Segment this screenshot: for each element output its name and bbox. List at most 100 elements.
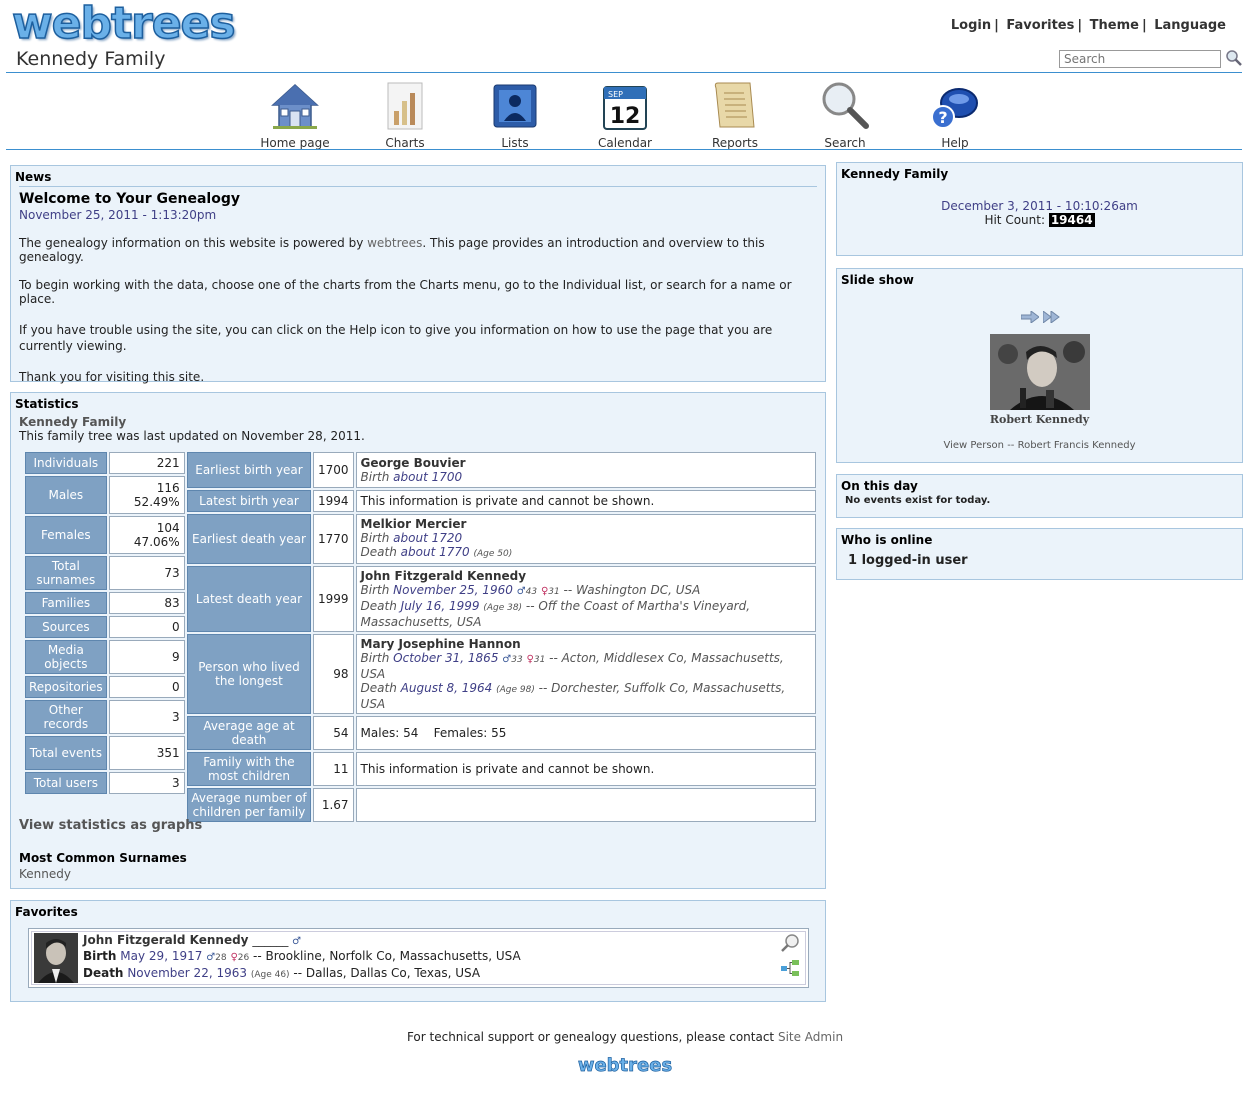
surname-link[interactable]: Kennedy — [19, 867, 202, 881]
female-icon: ♀ — [526, 654, 534, 665]
menu-divider — [6, 149, 1242, 150]
table-row: Average age at death 54 Males: 54 Female… — [187, 716, 816, 750]
next-arrow-icon[interactable] — [1020, 310, 1040, 326]
calendar-month: SEP — [608, 90, 623, 99]
view-statistics-graphs-link[interactable]: View statistics as graphs — [19, 818, 202, 833]
block-title: Slide show — [841, 273, 914, 287]
stats-details-table: Earliest birth year 1700 George Bouvier … — [185, 450, 818, 824]
male-icon: ♂ — [206, 952, 216, 963]
table-row: Latest birth year 1994 This information … — [187, 490, 816, 512]
charts-icon — [385, 81, 425, 134]
stats-summary-table: Individuals 221 Males 116 52.49% Females 104… — [23, 450, 187, 796]
zoom-icon[interactable] — [780, 933, 800, 956]
person-thumbnail[interactable] — [34, 933, 78, 983]
site-title: Kennedy Family — [16, 48, 166, 70]
top-menu: Login | Favorites | Theme | Language — [948, 18, 1229, 33]
svg-text:?: ? — [938, 108, 947, 127]
menu-label: Home page — [260, 136, 330, 150]
menu-charts[interactable]: Charts — [350, 78, 460, 150]
table-row: Other records 3 — [25, 700, 185, 734]
menu-search[interactable]: Search — [790, 78, 900, 150]
table-row: Media objects 9 — [25, 640, 185, 674]
header-search-input[interactable] — [1059, 50, 1221, 68]
current-datetime: December 3, 2011 - 10:10:26am — [941, 199, 1138, 213]
slideshow-caption: Robert Kennedy — [989, 413, 1090, 426]
menu-reports[interactable]: Reports — [680, 78, 790, 150]
tree-chart-icon[interactable] — [780, 959, 800, 980]
menu-lists[interactable]: Lists — [460, 78, 570, 150]
footer-contact: For technical support or genealogy quest… — [406, 1030, 844, 1044]
home-icon — [269, 81, 321, 134]
menu-separator: | — [1141, 18, 1147, 33]
on-this-day-block: On this day No events exist for today. — [836, 474, 1243, 518]
table-row: Earliest birth year 1700 George Bouvier … — [187, 452, 816, 488]
block-title: Who is online — [841, 533, 933, 547]
person-link[interactable]: Mary Josephine Hannon — [361, 637, 811, 651]
menu-label: Calendar — [598, 136, 652, 150]
table-row: Individuals 221 — [25, 452, 185, 474]
person-link[interactable]: John Fitzgerald Kennedy — [361, 569, 811, 583]
tree-updated: This family tree was last updated on Nov… — [19, 429, 365, 443]
who-is-online-block: Who is online 1 logged-in user — [836, 528, 1243, 580]
menu-calendar[interactable]: SEP 12 Calendar — [570, 78, 680, 150]
login-link[interactable]: Login — [948, 18, 994, 33]
theme-menu[interactable]: Theme — [1087, 18, 1142, 33]
site-admin-link[interactable]: Site Admin — [778, 1030, 843, 1044]
person-link[interactable]: John Fitzgerald Kennedy — [83, 933, 249, 947]
news-date: November 25, 2011 - 1:13:20pm — [19, 208, 217, 222]
webtrees-logo[interactable]: webtrees — [11, 1, 236, 47]
search-go-icon[interactable] — [1225, 49, 1243, 67]
menu-label: Help — [941, 136, 969, 150]
table-row: Total surnames 73 — [25, 556, 185, 590]
header-divider — [6, 72, 1242, 73]
block-title: Statistics — [15, 397, 79, 411]
calendar-day: 12 — [610, 104, 641, 129]
favorites-menu[interactable]: Favorites — [1003, 18, 1077, 33]
block-title: Favorites — [15, 905, 78, 919]
tree-name: Kennedy Family — [19, 415, 127, 429]
webtrees-link[interactable]: webtrees — [367, 236, 422, 250]
slideshow-controls — [1020, 310, 1061, 326]
hit-counter: Hit Count: 19464 — [984, 213, 1095, 227]
table-row: Total events 351 — [25, 736, 185, 770]
male-icon: ♂ — [292, 936, 302, 947]
menu-separator: | — [994, 18, 999, 33]
table-row: Females 104 47.06% — [25, 516, 185, 554]
news-paragraph: If you have trouble using the site, you … — [19, 323, 773, 353]
male-icon: ♂ — [516, 586, 526, 597]
tree-info-block: Kennedy Family December 3, 2011 - 10:10:… — [836, 162, 1243, 256]
calendar-icon: SEP 12 — [602, 83, 648, 134]
table-row: Earliest death year 1770 Melkior Mercier… — [187, 514, 816, 564]
menu-separator: | — [1077, 18, 1083, 33]
slideshow-photo[interactable] — [990, 334, 1090, 410]
play-arrows-icon[interactable] — [1042, 310, 1061, 326]
table-row: Person who lived the longest 98 Mary Jos… — [187, 634, 816, 714]
slideshow-block: Slide show Robert Kennedy View Person --… — [836, 268, 1243, 463]
menu-label: Charts — [385, 136, 425, 150]
news-paragraph: To begin working with the data, choose o… — [19, 278, 792, 306]
statistics-block: Statistics Kennedy Family This family tr… — [10, 392, 826, 889]
menu-label: Lists — [501, 136, 529, 150]
news-paragraph: Thank you for visiting this site. — [19, 370, 205, 384]
main-menu: Home page Charts Lists SEP 12 Calendar Re… — [240, 78, 1010, 150]
table-row: Latest death year 1999 John Fitzgerald K… — [187, 566, 816, 632]
table-row: Family with the most children 11 This in… — [187, 752, 816, 786]
on-this-day-text: No events exist for today. — [845, 495, 991, 506]
menu-home-page[interactable]: Home page — [240, 78, 350, 150]
block-title: News — [15, 170, 52, 184]
menu-label: Reports — [711, 136, 759, 150]
block-title: On this day — [841, 479, 918, 493]
person-link[interactable]: George Bouvier — [361, 456, 811, 470]
favorite-item: John Fitzgerald Kennedy ______ ♂ Birth M… — [28, 928, 809, 988]
menu-help[interactable]: ? Help — [900, 78, 1010, 150]
female-icon: ♀ — [230, 952, 238, 963]
language-menu[interactable]: Language — [1151, 18, 1229, 33]
male-icon: ♂ — [502, 654, 512, 665]
view-person-link[interactable]: View Person -- Robert Francis Kennedy — [837, 440, 1242, 451]
surnames-title: Most Common Surnames — [19, 851, 187, 865]
favorites-block: Favorites John Fitzgerald Kennedy ______… — [10, 900, 826, 1002]
person-link[interactable]: Melkior Mercier — [361, 517, 811, 531]
table-row: Males 116 52.49% — [25, 476, 185, 514]
reports-icon — [712, 79, 758, 134]
footer-webtrees-logo[interactable]: webtrees — [0, 1055, 1245, 1077]
